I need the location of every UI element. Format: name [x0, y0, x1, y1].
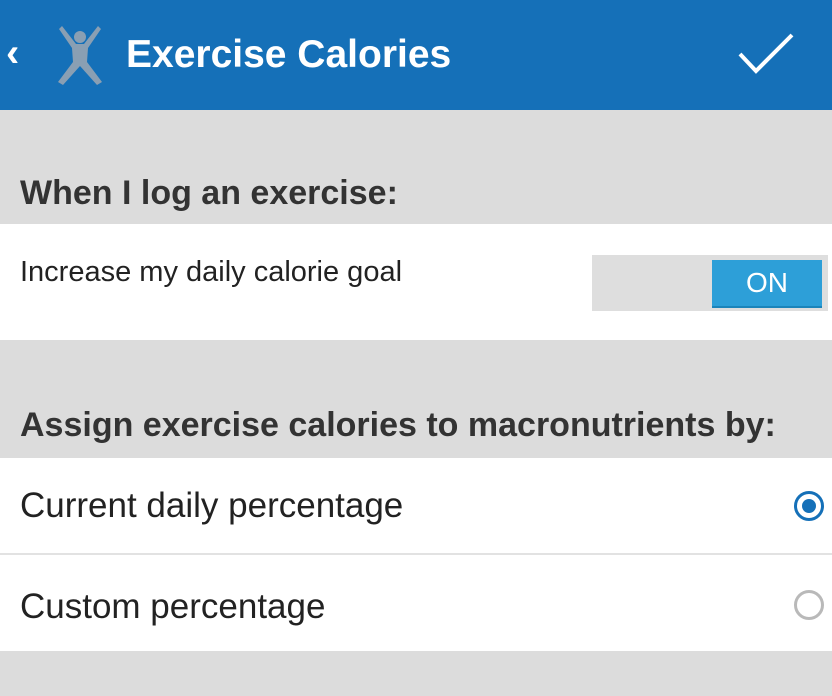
option-custom-percentage[interactable]: Custom percentage: [0, 555, 832, 651]
app-bar: ‹ Exercise Calories: [0, 0, 832, 110]
option-label: Current daily percentage: [20, 486, 404, 525]
radio-selected[interactable]: [794, 491, 824, 521]
option-label: Custom percentage: [20, 587, 326, 626]
macronutrient-section-header: Assign exercise calories to macronutrien…: [20, 406, 776, 444]
toggle-on-state: ON: [712, 260, 822, 308]
checkmark-icon: [738, 33, 794, 74]
chevron-left-icon: ‹: [6, 31, 20, 75]
option-current-daily-percentage[interactable]: Current daily percentage: [0, 458, 832, 553]
radio-unselected[interactable]: [794, 590, 824, 620]
increase-goal-toggle[interactable]: ON: [592, 255, 828, 311]
page-title: Exercise Calories: [126, 33, 452, 76]
back-button[interactable]: ‹: [6, 30, 30, 76]
app-logo: [40, 24, 120, 86]
confirm-button[interactable]: [736, 30, 796, 80]
jumping-person-logo: [58, 26, 102, 85]
increase-goal-label: Increase my daily calorie goal: [20, 256, 403, 288]
exercise-log-section-header: When I log an exercise:: [20, 174, 398, 212]
